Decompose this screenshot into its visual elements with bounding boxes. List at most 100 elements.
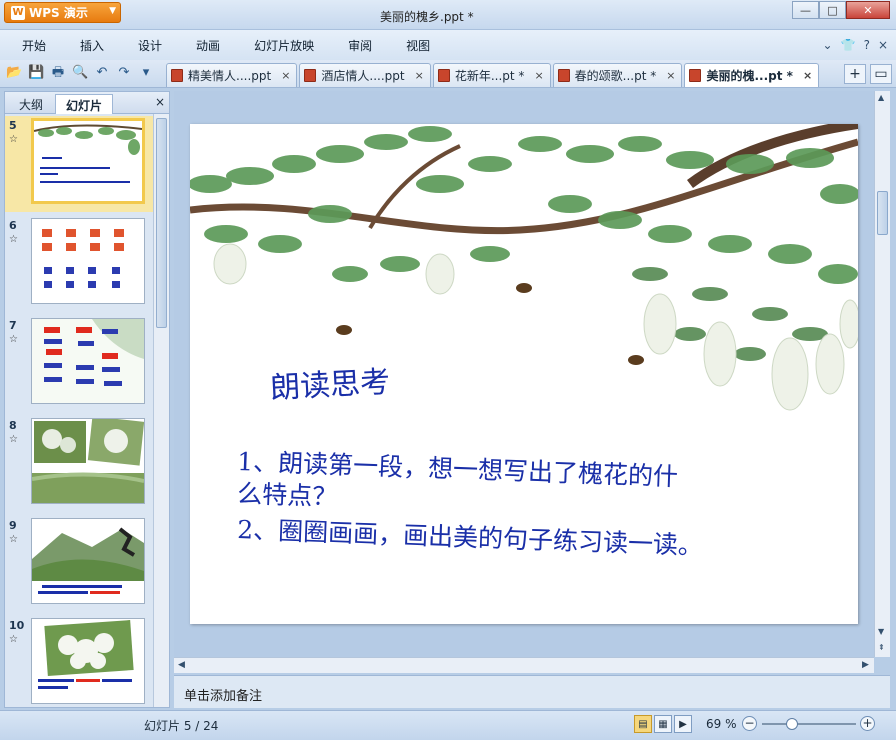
print-icon[interactable]: 🖶 <box>50 65 66 81</box>
undo-icon[interactable]: ↶ <box>94 65 110 81</box>
slideshow-button[interactable]: ▶ <box>674 715 692 733</box>
slide-preview <box>31 418 145 504</box>
slide-preview <box>31 618 145 704</box>
window-title: 美丽的槐乡.ppt * <box>380 10 474 24</box>
close-tab-icon[interactable]: × <box>666 69 675 82</box>
slide-preview <box>31 518 145 604</box>
menu-slideshow[interactable]: 幻灯片放映 <box>254 37 314 54</box>
status-bar: 幻灯片 5 / 24 ▤ ▦ ▶ 69 % − + <box>0 710 896 740</box>
slide-number: 10 <box>9 619 25 632</box>
slide-thumbnail[interactable]: 5 ☆ <box>5 116 153 212</box>
slide-thumbnail[interactable]: 10 ☆ <box>5 616 153 707</box>
close-tab-icon[interactable]: × <box>534 69 543 82</box>
scroll-up-icon[interactable]: ▲ <box>878 93 884 102</box>
redo-icon[interactable]: ↷ <box>116 65 132 81</box>
print-preview-icon[interactable]: 🔍 <box>72 65 88 81</box>
tab-outline[interactable]: 大纲 <box>9 94 53 114</box>
ppt-file-icon <box>304 69 317 82</box>
tab-list-button[interactable]: ▭ <box>870 64 892 84</box>
menu-animation[interactable]: 动画 <box>196 37 220 54</box>
animation-star-icon: ☆ <box>9 634 18 645</box>
slide-number: 6 <box>9 219 17 232</box>
ppt-file-icon <box>171 69 183 82</box>
doc-tab[interactable]: 精美情人....ppt × <box>166 63 298 87</box>
current-slide[interactable]: 朗读思考 1、朗读第一段，想一想写出了槐花的什 么特点？ 2、圈圈画画，画出美的… <box>190 124 858 624</box>
notes-pane[interactable]: 单击添加备注 <box>174 675 890 708</box>
doc-tab-label: 精美情人....ppt <box>188 69 272 83</box>
wps-app-label: WPS 演示 <box>29 6 88 20</box>
slide-number: 8 <box>9 419 17 432</box>
slide-thumbnail[interactable]: 6 ☆ <box>5 216 153 312</box>
thumbnail-scrollbar[interactable] <box>153 114 169 707</box>
scroll-thumb[interactable] <box>877 191 888 235</box>
scroll-right-icon[interactable]: ▶ <box>862 660 869 670</box>
doc-tab-label: 花新年...pt * <box>454 69 525 83</box>
chevron-down-icon: ▼ <box>109 6 116 16</box>
ribbon-close-icon[interactable]: × <box>878 38 888 52</box>
normal-view-button[interactable]: ▤ <box>634 715 652 733</box>
animation-star-icon: ☆ <box>9 234 18 245</box>
zoom-level: 69 % <box>706 717 737 731</box>
close-window-button[interactable]: ✕ <box>846 1 890 19</box>
slide-thumbnail[interactable]: 7 ☆ <box>5 316 153 412</box>
vertical-scrollbar[interactable]: ▲ ▼ ⇞ <box>874 91 890 657</box>
zoom-out-button[interactable]: − <box>742 716 757 731</box>
scroll-thumb[interactable] <box>156 118 167 328</box>
zoom-in-button[interactable]: + <box>860 716 875 731</box>
panel-close-icon[interactable]: × <box>155 95 165 109</box>
doc-tab[interactable]: 酒店情人....ppt × <box>299 63 431 87</box>
menu-design[interactable]: 设计 <box>138 37 162 54</box>
doc-tab[interactable]: 花新年...pt * × <box>432 63 551 87</box>
open-folder-icon[interactable]: 📂 <box>6 65 22 81</box>
slide-body-line[interactable]: 2、圈圈画画，画出美的句子练习读一读。 <box>237 510 704 562</box>
ppt-file-icon <box>557 69 570 82</box>
save-icon[interactable]: 💾 <box>28 65 44 81</box>
close-tab-icon[interactable]: × <box>281 69 290 82</box>
prev-slide-icon[interactable]: ⇞ <box>878 643 885 652</box>
slide-sorter-button[interactable]: ▦ <box>654 715 672 733</box>
help-icon[interactable]: ? <box>864 38 870 52</box>
slide-thumbnail[interactable]: 9 ☆ <box>5 516 153 612</box>
doc-tab-active[interactable]: 美丽的槐...pt * × <box>684 63 820 87</box>
horizontal-scrollbar[interactable]: ◀ ▶ <box>174 657 874 673</box>
animation-star-icon: ☆ <box>9 434 18 445</box>
animation-star-icon: ☆ <box>9 134 18 145</box>
menu-view[interactable]: 视图 <box>406 37 430 54</box>
slide-number: 7 <box>9 319 17 332</box>
doc-tab-label: 春的颂歌...pt * <box>574 69 657 83</box>
doc-tab[interactable]: 春的颂歌...pt * × <box>552 63 683 87</box>
close-tab-icon[interactable]: × <box>415 69 424 82</box>
doc-tab-label: 酒店情人....ppt <box>321 69 405 83</box>
scroll-left-icon[interactable]: ◀ <box>178 660 185 670</box>
new-tab-button[interactable]: + <box>844 64 866 84</box>
customize-icon[interactable]: ▾ <box>138 65 154 81</box>
menu-review[interactable]: 审阅 <box>348 37 372 54</box>
slide-number: 5 <box>9 119 17 132</box>
notes-placeholder[interactable]: 单击添加备注 <box>184 685 262 704</box>
maximize-button[interactable]: □ <box>819 1 846 19</box>
scroll-down-icon[interactable]: ▼ <box>878 627 884 636</box>
ppt-file-icon <box>689 69 702 82</box>
slide-title[interactable]: 朗读思考 <box>269 357 391 407</box>
tab-slides[interactable]: 幻灯片 <box>55 94 114 114</box>
wps-logo-icon: W <box>11 5 25 20</box>
slide-counter: 幻灯片 5 / 24 <box>144 719 219 733</box>
slide-body-line[interactable]: 么特点？ <box>237 474 338 513</box>
title-bar: W WPS 演示 ▼ 美丽的槐乡.ppt * — □ ✕ <box>0 0 896 30</box>
animation-star-icon: ☆ <box>9 534 18 545</box>
slide-thumbnail[interactable]: 8 ☆ <box>5 416 153 512</box>
close-tab-icon[interactable]: × <box>803 69 812 82</box>
ppt-file-icon <box>437 69 450 82</box>
slides-panel: 大纲 幻灯片 × 5 ☆ 6 ☆ 7 ☆ 8 ☆ 9 ☆ 10 ☆ <box>4 91 170 708</box>
skin-icon[interactable]: 👕 <box>841 38 856 52</box>
wps-app-menu-button[interactable]: W WPS 演示 ▼ <box>4 2 121 23</box>
slide-editor: 朗读思考 1、朗读第一段，想一想写出了槐花的什 么特点？ 2、圈圈画画，画出美的… <box>174 91 874 657</box>
zoom-slider[interactable] <box>762 723 856 725</box>
slide-preview <box>31 218 145 304</box>
zoom-slider-handle[interactable] <box>786 718 798 730</box>
chevron-down-icon[interactable]: ⌄ <box>823 38 833 52</box>
menu-home[interactable]: 开始 <box>22 37 46 54</box>
doc-tab-label: 美丽的槐...pt * <box>706 69 793 83</box>
minimize-button[interactable]: — <box>792 1 819 19</box>
menu-insert[interactable]: 插入 <box>80 37 104 54</box>
